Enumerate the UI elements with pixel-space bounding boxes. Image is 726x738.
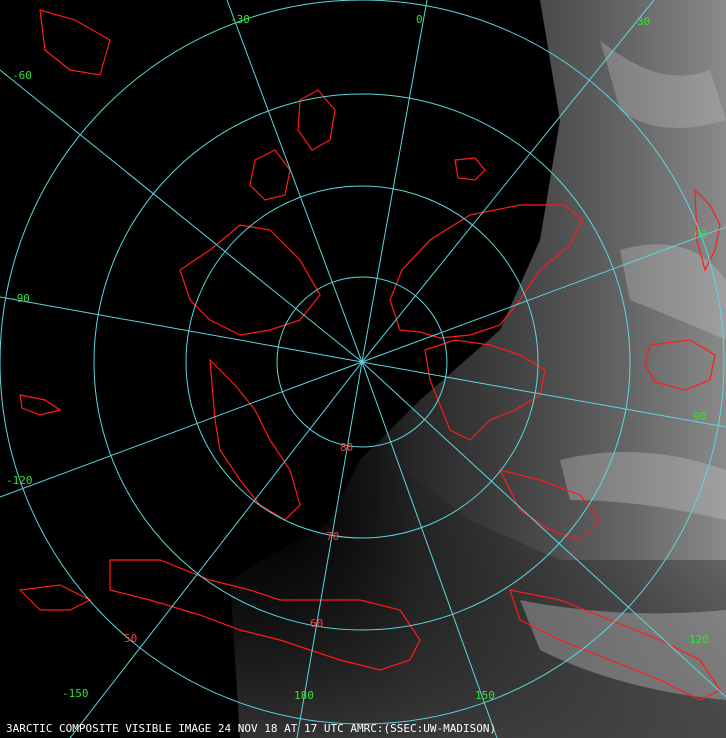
- caption-text: ARCTIC COMPOSITE VISIBLE IMAGE 24 NOV 18…: [12, 722, 497, 735]
- longitude-label-180: 180: [294, 689, 314, 702]
- latitude-label-80: 80: [340, 441, 353, 454]
- longitude-label-0: 0: [416, 13, 423, 26]
- frame-number: 3: [6, 722, 13, 735]
- longitude-label-m120: -120: [6, 474, 33, 487]
- latitude-label-50: 50: [124, 632, 137, 645]
- satellite-imagery: [0, 0, 726, 738]
- latitude-label-70: 70: [326, 530, 339, 543]
- longitude-label-m150: -150: [62, 687, 89, 700]
- image-caption: 3ARCTIC COMPOSITE VISIBLE IMAGE 24 NOV 1…: [6, 722, 722, 736]
- longitude-label-30: 30: [637, 15, 650, 28]
- longitude-label-90: 90: [693, 410, 706, 423]
- longitude-label-m60: -60: [12, 69, 32, 82]
- longitude-label-m90: -90: [10, 292, 30, 305]
- longitude-label-m30: -30: [230, 13, 250, 26]
- latitude-label-60: 60: [310, 617, 323, 630]
- longitude-label-120: 120: [689, 633, 709, 646]
- longitude-label-150: 150: [475, 689, 495, 702]
- longitude-label-60: 60: [694, 228, 707, 241]
- arctic-satellite-map: 80 70 60 50 0 30 60 90 120 150 180 -150 …: [0, 0, 726, 738]
